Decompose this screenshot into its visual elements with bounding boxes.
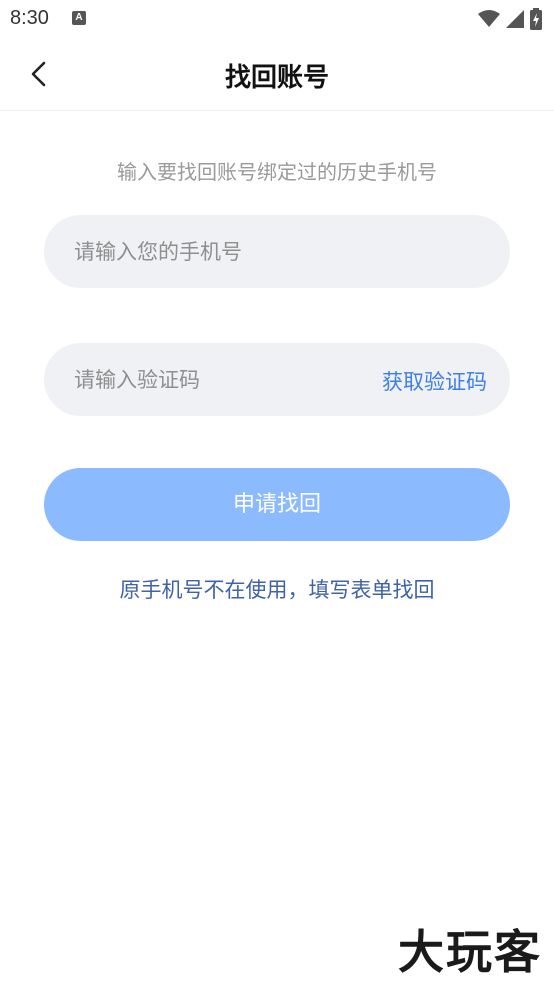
phone-input[interactable] [74, 215, 474, 288]
watermark-logo: 大玩客 [398, 925, 542, 979]
status-bar: 8:30 A [0, 0, 554, 40]
status-time: 8:30 [10, 7, 49, 29]
nav-bar: 找回账号 [0, 40, 554, 111]
cell-signal-icon [506, 10, 524, 28]
battery-charging-icon [530, 8, 542, 30]
page-title: 找回账号 [224, 63, 329, 93]
form-recovery-link[interactable]: 原手机号不在使用，填写表单找回 [0, 574, 554, 604]
a-notification-icon: A [72, 11, 86, 25]
instruction-text: 输入要找回账号绑定过的历史手机号 [117, 160, 437, 184]
submit-recovery-button[interactable]: 申请找回 [44, 468, 510, 541]
phone-field[interactable] [44, 215, 510, 288]
status-icons [478, 8, 542, 30]
verification-code-input[interactable] [74, 343, 344, 416]
get-code-button[interactable]: 获取验证码 [382, 366, 487, 396]
verification-code-field[interactable]: 获取验证码 [44, 343, 510, 416]
wifi-icon [478, 10, 500, 27]
